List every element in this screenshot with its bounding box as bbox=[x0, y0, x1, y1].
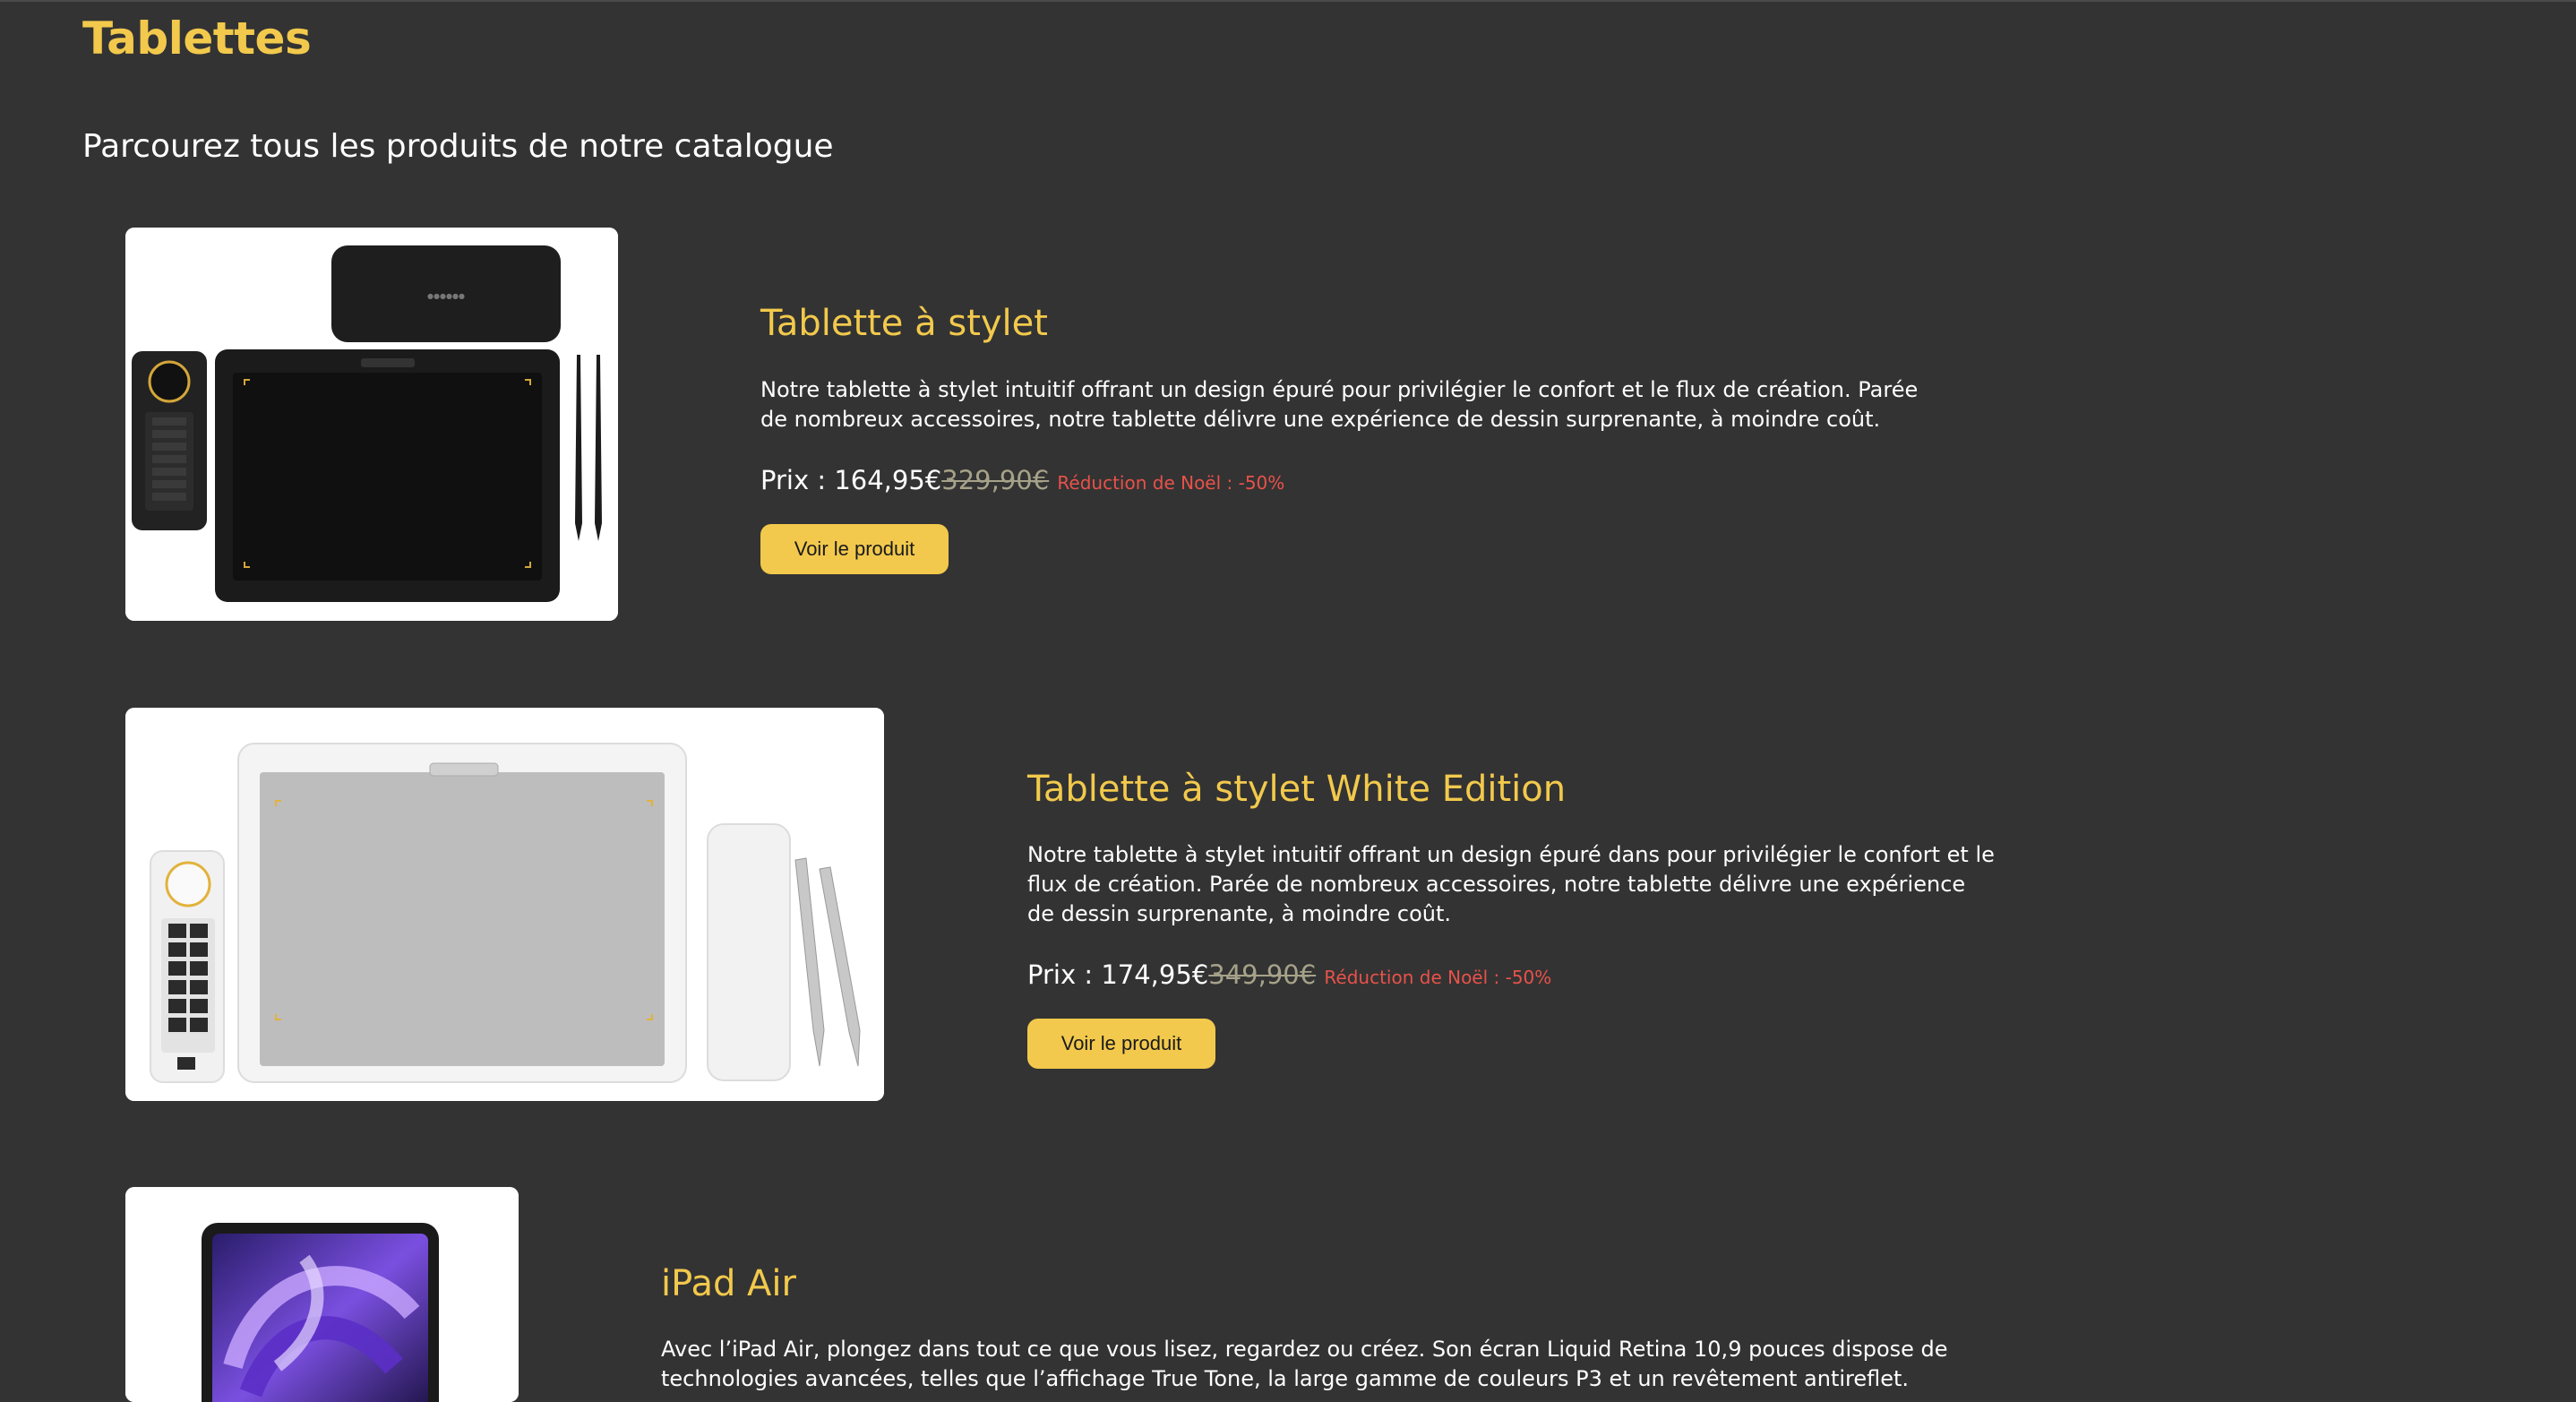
white-drawing-tablet-image bbox=[125, 708, 884, 1101]
product-image-tablette-white[interactable] bbox=[125, 708, 884, 1101]
view-product-button[interactable]: Voir le produit bbox=[760, 524, 949, 574]
product-description: Notre tablette à stylet intuitif offrant… bbox=[760, 377, 1919, 432]
old-price: 349,90€ bbox=[1208, 959, 1317, 990]
svg-text:●●●●●●: ●●●●●● bbox=[427, 292, 465, 300]
ipad-air-image bbox=[125, 1187, 519, 1402]
page-subtitle: Parcourez tous les produits de notre cat… bbox=[82, 128, 834, 165]
product-description: Notre tablette à stylet intuitif offrant… bbox=[1027, 842, 1995, 926]
product-image-ipad-air[interactable] bbox=[125, 1187, 519, 1402]
product-description: Avec l’iPad Air, plongez dans tout ce qu… bbox=[661, 1337, 1948, 1391]
discount-label: Réduction de Noël : -50% bbox=[1324, 967, 1552, 988]
price-line: Prix : 164,95€329,90€ Réduction de Noël … bbox=[760, 462, 1284, 501]
discount-label: Réduction de Noël : -50% bbox=[1057, 472, 1285, 494]
black-drawing-tablet-image: ●●●●●● bbox=[125, 228, 618, 621]
current-price: Prix : 174,95€ bbox=[1027, 959, 1209, 990]
current-price: Prix : 164,95€ bbox=[760, 465, 942, 495]
old-price: 329,90€ bbox=[941, 465, 1050, 495]
page-title: Tablettes bbox=[82, 13, 312, 65]
top-border bbox=[0, 0, 2576, 2]
product-image-tablette-stylet[interactable]: ●●●●●● bbox=[125, 228, 618, 621]
product-title: iPad Air bbox=[661, 1263, 796, 1304]
product-title: Tablette à stylet White Edition bbox=[1027, 769, 1567, 810]
view-product-button[interactable]: Voir le produit bbox=[1027, 1019, 1215, 1069]
product-title: Tablette à stylet bbox=[760, 303, 1048, 344]
price-line: Prix : 174,95€349,90€ Réduction de Noël … bbox=[1027, 957, 1551, 995]
